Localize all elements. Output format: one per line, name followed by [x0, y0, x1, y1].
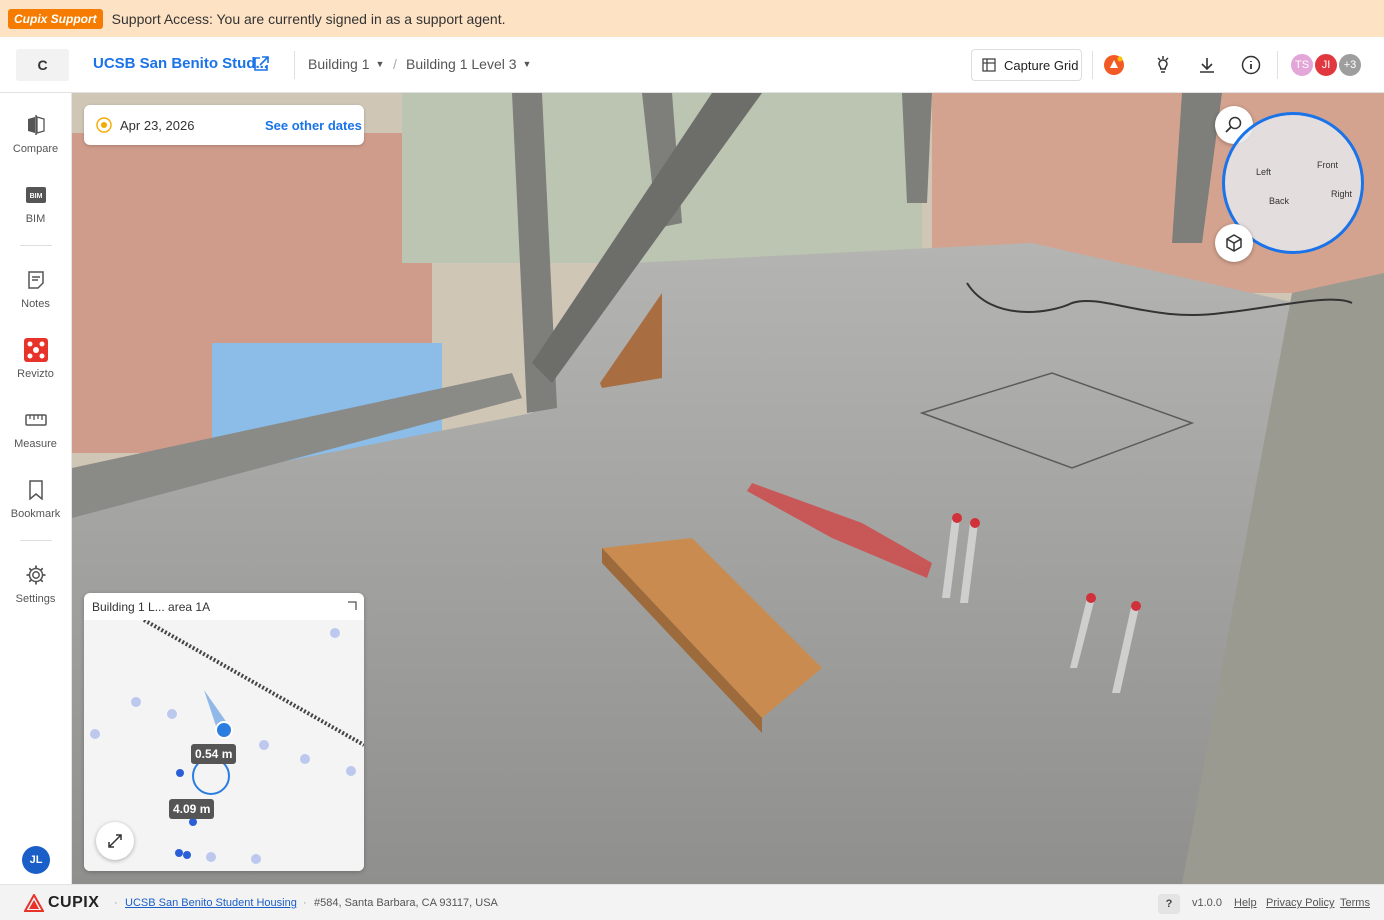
- breadcrumb-separator: /: [393, 56, 397, 72]
- project-name-link[interactable]: UCSB San Benito Stud...: [93, 55, 268, 72]
- level-dropdown[interactable]: Building 1 Level 3 ▼: [406, 56, 531, 72]
- sidebar-item-label: Notes: [21, 298, 50, 310]
- level-label: Building 1 Level 3: [406, 56, 517, 72]
- see-other-dates-link[interactable]: See other dates: [265, 118, 362, 133]
- sidebar-divider: [20, 245, 52, 246]
- sidebar-item-label: Revizto: [17, 368, 54, 380]
- divider: [1277, 51, 1278, 79]
- bim-icon: BIM: [24, 183, 48, 207]
- distance-label: 4.09 m: [169, 799, 215, 819]
- project-address: #584, Santa Barbara, CA 93117, USA: [314, 897, 498, 909]
- compare-icon: [24, 113, 48, 137]
- external-link-icon[interactable]: [252, 55, 270, 73]
- sidebar-item-label: BIM: [25, 213, 46, 225]
- more-avatars-count[interactable]: +3: [1337, 52, 1363, 78]
- download-icon[interactable]: [1196, 54, 1218, 76]
- capture-date: Apr 23, 2026: [120, 117, 195, 133]
- sidebar-item-revizto[interactable]: Revizto: [0, 338, 71, 398]
- divider: [294, 51, 295, 79]
- revizto-icon: [23, 338, 48, 362]
- help-link[interactable]: Help: [1234, 897, 1257, 909]
- distance-label: 0.54 m: [191, 744, 237, 764]
- dot-separator: ·: [303, 897, 307, 909]
- support-tag: Cupix Support: [8, 8, 103, 29]
- sidebar-item-label: Settings: [15, 593, 56, 605]
- compass-right-label: Right: [1331, 189, 1353, 199]
- compass-left-label: Left: [1256, 167, 1272, 177]
- sidebar-item-notes[interactable]: Notes: [0, 268, 71, 328]
- support-banner: Cupix Support Support Access: You are cu…: [0, 0, 1384, 37]
- help-question-button[interactable]: ?: [1158, 894, 1180, 914]
- ruler-icon: [24, 408, 48, 432]
- divider: [1092, 51, 1093, 79]
- ai-assistant-icon[interactable]: [1103, 54, 1125, 76]
- minimap-title: Building 1 L... area 1A: [92, 600, 211, 614]
- cupix-logo-icon: [24, 894, 44, 912]
- left-sidebar: Compare BIM BIM Notes Revizto Measure Bo…: [0, 93, 72, 884]
- privacy-link[interactable]: Privacy Policy: [1266, 897, 1334, 909]
- terms-link[interactable]: Terms: [1340, 897, 1370, 909]
- collapse-icon[interactable]: [346, 600, 358, 612]
- version-label: v1.0.0: [1192, 897, 1222, 909]
- compass-front-label: Front: [1317, 160, 1339, 170]
- sidebar-item-label: Compare: [12, 143, 59, 155]
- workspace-logo-button[interactable]: C: [16, 49, 69, 81]
- sidebar-item-compare[interactable]: Compare: [0, 113, 71, 173]
- lightbulb-icon[interactable]: [1152, 54, 1174, 76]
- compass-back-label: Back: [1269, 196, 1290, 206]
- 3d-cube-icon[interactable]: [1215, 224, 1253, 262]
- capture-grid-button[interactable]: Capture Grid: [971, 49, 1082, 81]
- bookmark-icon: [24, 478, 48, 502]
- svg-text:BIM: BIM: [29, 193, 42, 200]
- building-label: Building 1: [308, 56, 370, 72]
- info-icon[interactable]: [1240, 54, 1262, 76]
- capture-grid-label: Capture Grid: [1004, 57, 1079, 73]
- dot-separator: ·: [114, 897, 118, 909]
- project-footer-link[interactable]: UCSB San Benito Student Housing: [125, 897, 297, 909]
- avatar[interactable]: TS: [1289, 52, 1315, 78]
- cupix-logo: CUPIX: [24, 894, 99, 912]
- top-bar: C UCSB San Benito Stud... Building 1 ▼ / …: [0, 37, 1384, 93]
- support-message: Support Access: You are currently signed…: [111, 10, 506, 27]
- user-avatar[interactable]: JL: [22, 846, 50, 874]
- footer: CUPIX · UCSB San Benito Student Housing …: [0, 884, 1384, 920]
- sidebar-item-measure[interactable]: Measure: [0, 408, 71, 468]
- sidebar-item-bookmark[interactable]: Bookmark: [0, 478, 71, 538]
- sidebar-item-bim[interactable]: BIM BIM: [0, 183, 71, 243]
- chevron-down-icon: ▼: [375, 59, 385, 69]
- capture-date-card: Apr 23, 2026 See other dates: [84, 105, 364, 145]
- brand-name: CUPIX: [48, 894, 100, 911]
- expand-icon[interactable]: [96, 822, 134, 860]
- sidebar-item-label: Bookmark: [10, 508, 61, 520]
- sidebar-divider: [20, 540, 52, 541]
- sidebar-item-settings[interactable]: Settings: [0, 563, 71, 623]
- minimap-panel[interactable]: Building 1 L... area 1A 0.54 m 4.09 m: [84, 593, 364, 871]
- grid-icon: [982, 58, 996, 72]
- panorama-viewer[interactable]: Apr 23, 2026 See other dates Left Front …: [72, 93, 1384, 884]
- sidebar-item-label: Measure: [14, 438, 57, 450]
- chevron-down-icon: ▼: [522, 59, 532, 69]
- avatar[interactable]: JI: [1313, 52, 1339, 78]
- building-dropdown[interactable]: Building 1 ▼: [308, 56, 384, 72]
- notes-icon: [24, 268, 48, 292]
- gear-icon: [24, 563, 48, 587]
- sun-icon: [96, 117, 112, 133]
